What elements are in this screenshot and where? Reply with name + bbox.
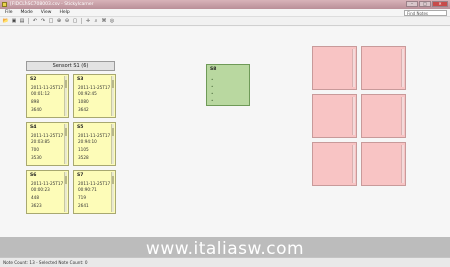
menu-mode[interactable]: Mode bbox=[21, 9, 33, 16]
note-value: 3640 bbox=[31, 107, 42, 112]
redo-icon[interactable]: ↷ bbox=[40, 18, 46, 24]
pink-sticky-note[interactable] bbox=[361, 94, 406, 138]
zoom-reset-icon[interactable]: ⌘ bbox=[101, 18, 107, 24]
note-scrollbar[interactable] bbox=[352, 49, 355, 87]
note-bullet: • bbox=[211, 91, 214, 96]
window-controls: – □ ✕ bbox=[406, 1, 448, 7]
app-icon bbox=[2, 2, 7, 7]
note-scrollbar[interactable] bbox=[111, 172, 114, 212]
note-time: 00:90:71 bbox=[78, 187, 97, 192]
group-header[interactable]: Sensort S1 (6) bbox=[26, 61, 115, 71]
window-title: [FIDCLĥSC708003.csv - StickyIcarner bbox=[10, 2, 94, 7]
minimize-button[interactable]: – bbox=[406, 1, 418, 7]
menu-file[interactable]: File bbox=[5, 9, 13, 16]
sticky-note[interactable]: S6 2011-11-25T17 00:00:23 448 3623 bbox=[26, 170, 69, 214]
toolbar-separator bbox=[81, 18, 82, 24]
note-scrollbar[interactable] bbox=[111, 124, 114, 164]
note-value: 898 bbox=[31, 99, 39, 104]
note-bullet: • bbox=[211, 84, 214, 89]
note-date: 2011-11-25T17 bbox=[31, 85, 64, 90]
new-note-icon[interactable]: ▤ bbox=[19, 18, 25, 24]
note-id: S4 bbox=[30, 125, 37, 130]
note-id: S6 bbox=[30, 173, 37, 178]
note-bullet: • bbox=[211, 98, 214, 103]
open-icon[interactable]: 📂 bbox=[3, 18, 9, 24]
select-icon[interactable]: □ bbox=[48, 18, 54, 24]
move-icon[interactable]: ✛ bbox=[85, 18, 91, 24]
sticky-note[interactable]: S4 2011-11-25T17 20:03:85 700 3530 bbox=[26, 122, 69, 166]
toolbar: 📂 ▣ ▤ ↶ ↷ □ ⊕ ⊖ ▢ ✛ ⌕ ⌘ ◎ bbox=[0, 17, 450, 26]
pink-sticky-note[interactable] bbox=[361, 46, 406, 90]
note-value: 3528 bbox=[78, 155, 89, 160]
note-date: 2011-11-25T17 bbox=[31, 133, 64, 138]
note-value: 1080 bbox=[78, 99, 89, 104]
note-time: 20:03:85 bbox=[31, 139, 50, 144]
menu-view[interactable]: View bbox=[41, 9, 52, 16]
note-bullet: • bbox=[211, 77, 214, 82]
note-value: 448 bbox=[31, 195, 39, 200]
note-value: 3642 bbox=[78, 107, 89, 112]
sticky-note[interactable]: S7 2011-11-25T17 00:90:71 719 2641 bbox=[73, 170, 116, 214]
note-value: 2641 bbox=[78, 203, 89, 208]
sticky-note[interactable]: S5 2011-11-25T17 20:94:10 1105 3528 bbox=[73, 122, 116, 166]
note-id: S2 bbox=[30, 77, 37, 82]
pan-icon[interactable]: ◎ bbox=[109, 18, 115, 24]
menu-help[interactable]: Help bbox=[59, 9, 69, 16]
find-notes-input[interactable]: Find Notes bbox=[404, 10, 447, 16]
sticky-note[interactable]: S3 2011-11-25T17 00:92:45 1080 3642 bbox=[73, 74, 116, 118]
note-id: S5 bbox=[77, 125, 84, 130]
green-sticky-note[interactable]: S8 • • • • bbox=[206, 64, 250, 106]
undo-icon[interactable]: ↶ bbox=[32, 18, 38, 24]
note-id: S3 bbox=[77, 77, 84, 82]
note-scrollbar[interactable] bbox=[64, 76, 67, 116]
note-time: 20:94:10 bbox=[78, 139, 97, 144]
note-time: 00:00:23 bbox=[31, 187, 50, 192]
save-icon[interactable]: ▣ bbox=[11, 18, 17, 24]
note-scrollbar[interactable] bbox=[401, 49, 404, 87]
note-value: 719 bbox=[78, 195, 86, 200]
fit-icon[interactable]: ▢ bbox=[72, 18, 78, 24]
note-value: 3530 bbox=[31, 155, 42, 160]
close-button[interactable]: ✕ bbox=[432, 1, 448, 7]
menu-bar: File Mode View Help bbox=[0, 9, 450, 17]
note-time: 00:92:45 bbox=[78, 91, 97, 96]
note-date: 2011-11-25T17 bbox=[78, 85, 111, 90]
note-date: 2011-11-25T17 bbox=[31, 181, 64, 186]
note-value: 700 bbox=[31, 147, 39, 152]
zoom-in-icon[interactable]: ⊕ bbox=[56, 18, 62, 24]
status-bar: Note Count: 13 - Selected Note Count: 0 bbox=[0, 257, 450, 267]
note-date: 2011-11-25T17 bbox=[78, 133, 111, 138]
pink-sticky-note[interactable] bbox=[361, 142, 406, 186]
toolbar-separator bbox=[28, 18, 29, 24]
note-scrollbar[interactable] bbox=[401, 145, 404, 183]
maximize-button[interactable]: □ bbox=[419, 1, 431, 7]
note-value: 3623 bbox=[31, 203, 42, 208]
sticky-note[interactable]: S2 2011-11-25T17 00:01:12 898 3640 bbox=[26, 74, 69, 118]
note-scrollbar[interactable] bbox=[64, 124, 67, 164]
note-scrollbar[interactable] bbox=[111, 76, 114, 116]
note-scrollbar[interactable] bbox=[352, 145, 355, 183]
note-scrollbar[interactable] bbox=[401, 97, 404, 135]
pink-sticky-note[interactable] bbox=[312, 142, 357, 186]
note-time: 00:01:12 bbox=[31, 91, 50, 96]
pink-sticky-note[interactable] bbox=[312, 94, 357, 138]
zoom-out-icon[interactable]: ⊖ bbox=[64, 18, 70, 24]
pink-sticky-note[interactable] bbox=[312, 46, 357, 90]
note-date: 2011-11-25T17 bbox=[78, 181, 111, 186]
note-value: 1105 bbox=[78, 147, 89, 152]
note-id: S7 bbox=[77, 173, 84, 178]
title-bar: [FIDCLĥSC708003.csv - StickyIcarner – □ … bbox=[0, 0, 450, 9]
note-scrollbar[interactable] bbox=[64, 172, 67, 212]
note-scrollbar[interactable] bbox=[352, 97, 355, 135]
zoom-icon[interactable]: ⌕ bbox=[93, 18, 99, 24]
note-id: S8 bbox=[210, 67, 217, 72]
